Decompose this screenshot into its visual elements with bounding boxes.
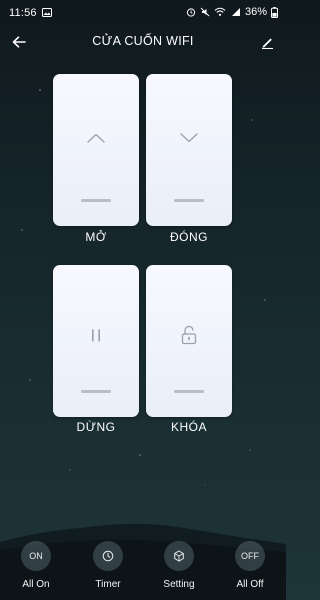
close-label: ĐÓNG bbox=[170, 230, 208, 244]
battery-percent: 36% bbox=[244, 6, 267, 18]
lock-label: KHÓA bbox=[170, 420, 207, 434]
wifi-icon bbox=[214, 7, 226, 16]
card-bar bbox=[174, 199, 204, 202]
all-on-icon: ON bbox=[21, 541, 51, 571]
card-bar bbox=[81, 199, 111, 202]
battery-icon bbox=[271, 6, 278, 18]
unlock-icon bbox=[181, 325, 197, 345]
open-button[interactable] bbox=[53, 74, 139, 226]
lock-button[interactable] bbox=[146, 265, 232, 417]
timer-label: Timer bbox=[95, 579, 121, 590]
page-title: CỬA CUỐN WIFI bbox=[92, 34, 194, 48]
signal-icon bbox=[231, 8, 240, 16]
open-label: MỞ bbox=[85, 230, 107, 244]
clock-icon bbox=[102, 550, 114, 562]
close-button[interactable] bbox=[146, 74, 232, 226]
pencil-icon bbox=[261, 38, 273, 49]
hexagon-settings-icon bbox=[174, 550, 184, 562]
all-off-button[interactable]: OFF All Off bbox=[220, 541, 280, 590]
status-time: 11:56 bbox=[9, 7, 37, 19]
mute-icon bbox=[200, 7, 210, 17]
all-on-button[interactable]: ON All On bbox=[6, 541, 66, 590]
image-notification-icon bbox=[42, 8, 52, 17]
edit-button[interactable] bbox=[257, 32, 277, 52]
app-header: CỬA CUỐN WIFI bbox=[0, 26, 286, 58]
setting-label: Setting bbox=[163, 579, 195, 590]
chevron-down-icon bbox=[180, 133, 198, 143]
starry-background bbox=[21, 39, 266, 486]
pause-icon bbox=[92, 329, 100, 342]
card-bar bbox=[81, 390, 111, 393]
chevron-up-icon bbox=[87, 133, 105, 143]
setting-button[interactable]: Setting bbox=[149, 541, 209, 590]
stop-button[interactable] bbox=[53, 265, 139, 417]
status-bar: 11:56 36% bbox=[0, 0, 286, 26]
all-off-label: All Off bbox=[236, 579, 264, 590]
all-off-icon: OFF bbox=[235, 541, 265, 571]
all-on-label: All On bbox=[22, 579, 50, 590]
stop-label: DỪNG bbox=[76, 420, 116, 434]
timer-button[interactable]: Timer bbox=[78, 541, 138, 590]
alarm-icon bbox=[186, 8, 196, 17]
card-bar bbox=[174, 390, 204, 393]
